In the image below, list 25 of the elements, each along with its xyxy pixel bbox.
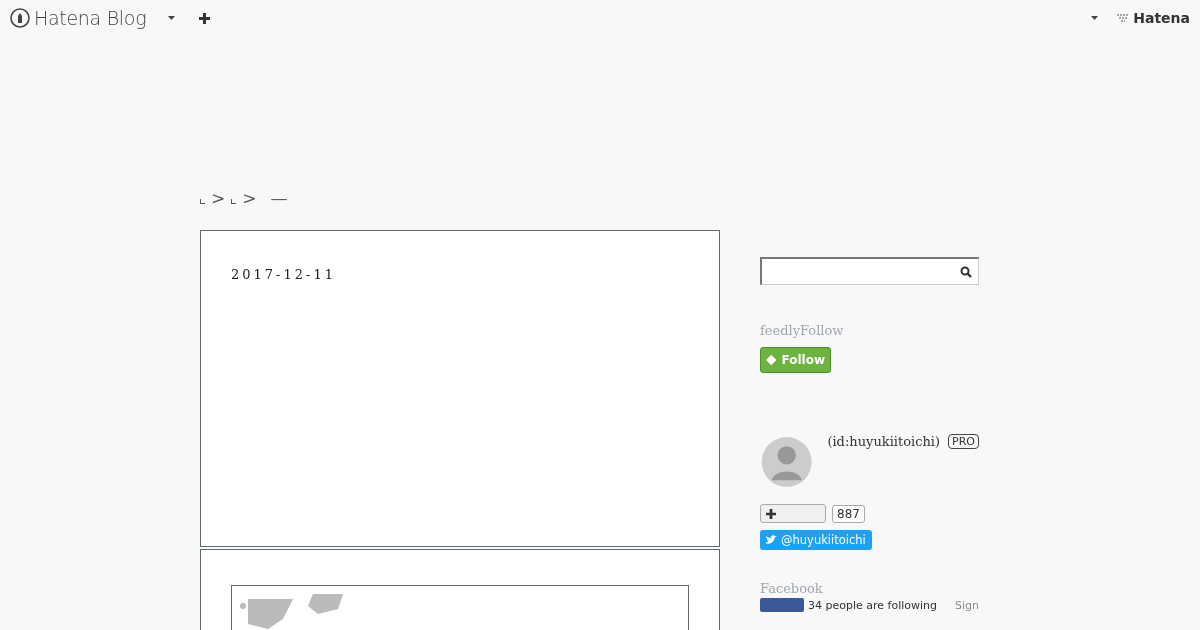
breadcrumb-current: — xyxy=(270,188,288,208)
breadcrumb-mark-icon[interactable] xyxy=(200,199,205,204)
follower-count: 34 people are following xyxy=(808,598,937,612)
search-icon[interactable] xyxy=(960,265,972,278)
breadcrumb-mark-icon[interactable] xyxy=(231,199,237,204)
caret-icon[interactable] xyxy=(1091,16,1099,20)
brand-text[interactable]: Hatena xyxy=(1133,10,1190,26)
bird-icon xyxy=(765,535,777,545)
breadcrumb-separator: > xyxy=(242,188,257,208)
caret-icon[interactable] xyxy=(168,16,176,20)
breadcrumb-separator: > xyxy=(211,188,226,208)
logo-icon xyxy=(1116,13,1131,23)
logo-icon xyxy=(10,8,30,28)
search-field[interactable] xyxy=(760,257,979,285)
subscriber-count: 887 xyxy=(832,504,865,523)
user-id[interactable]: (id:huyukiitoichi) xyxy=(827,434,941,449)
diamond-icon xyxy=(766,353,777,367)
subscribe-button[interactable] xyxy=(760,504,826,523)
widget-title: Facebook xyxy=(760,581,824,596)
plus-icon xyxy=(766,508,776,519)
entry-date[interactable]: 2017-12-11 xyxy=(231,267,336,282)
widget-title: feedlyFollow xyxy=(760,323,845,338)
pro-badge: PRO xyxy=(948,434,979,449)
plus-icon[interactable] xyxy=(199,12,211,24)
logo-text[interactable]: Hatena Blog xyxy=(34,7,147,29)
